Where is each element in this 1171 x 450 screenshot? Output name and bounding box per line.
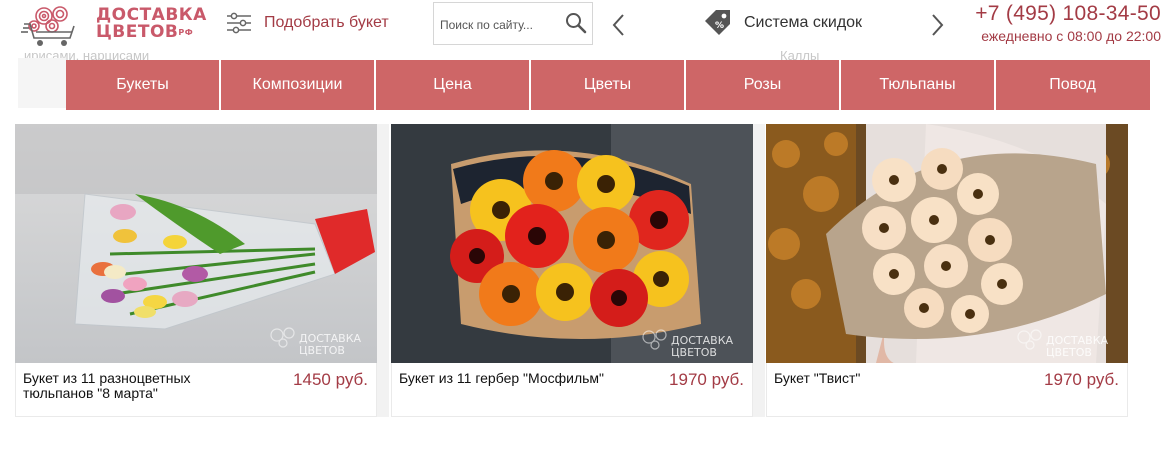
logo-line-2-text: ЦВЕТОВ: [96, 22, 179, 42]
gerbera-bouquet-image: ДОСТАВКА ЦВЕТОВ: [391, 124, 753, 363]
discount-tag-icon: %: [705, 10, 730, 35]
menu-background-strip: [18, 58, 66, 108]
pick-bouquet-label: Подобрать букет: [264, 14, 389, 31]
svg-text:ЦВЕТОВ: ЦВЕТОВ: [1046, 346, 1092, 359]
nav-item-tulips[interactable]: Тюльпаны: [841, 60, 994, 110]
grid-gap: [377, 124, 389, 417]
sliders-icon: [227, 12, 251, 34]
product-card[interactable]: ДОСТАВКА ЦВЕТОВ Букет "Твист" 1970 руб.: [766, 124, 1128, 417]
nav-item-compositions[interactable]: Композиции: [221, 60, 374, 110]
product-price: 1970 руб.: [1044, 370, 1119, 389]
product-info: Букет из 11 гербер "Мосфильм" 1970 руб.: [391, 363, 753, 417]
product-name[interactable]: Букет из 11 гербер "Мосфильм": [399, 371, 629, 386]
site-header: ДОСТАВКА ЦВЕТОВРФ Подобрать букет Поиск …: [0, 0, 1171, 50]
nav-item-roses[interactable]: Розы: [686, 60, 839, 110]
flower-cart-icon: [21, 6, 75, 46]
nav-item-bouquets[interactable]: Букеты: [66, 60, 219, 110]
discount-system-link[interactable]: % Система скидок: [702, 6, 862, 40]
search-icon: [566, 13, 587, 34]
promo-prev-button[interactable]: [608, 12, 630, 38]
product-info: Букет из 11 разноцветных тюльпанов "8 ма…: [15, 363, 377, 417]
product-grid: ДОСТАВКА ЦВЕТОВ Букет из 11 разноцветных…: [0, 124, 1171, 424]
product-name[interactable]: Букет "Твист": [774, 371, 1004, 386]
product-info: Букет "Твист" 1970 руб.: [766, 363, 1128, 417]
tulip-bouquet-image: ДОСТАВКА ЦВЕТОВ: [15, 124, 377, 363]
product-name[interactable]: Букет из 11 разноцветных тюльпанов "8 ма…: [23, 371, 253, 401]
logo-suffix: РФ: [178, 28, 194, 37]
chevron-left-icon: [612, 14, 624, 36]
promo-next-button[interactable]: [926, 12, 948, 38]
logo-text: ДОСТАВКА ЦВЕТОВРФ: [96, 7, 207, 41]
product-photo-gerberas[interactable]: ДОСТАВКА ЦВЕТОВ: [391, 124, 753, 363]
chevron-right-icon: [932, 14, 944, 36]
svg-text:%: %: [715, 21, 724, 31]
nav-item-flowers[interactable]: Цветы: [531, 60, 684, 110]
product-price: 1970 руб.: [669, 370, 744, 389]
product-photo-twist[interactable]: ДОСТАВКА ЦВЕТОВ: [766, 124, 1128, 363]
main-nav: Букеты Композиции Цена Цветы Розы Тюльпа…: [66, 60, 1149, 110]
svg-text:ЦВЕТОВ: ЦВЕТОВ: [671, 346, 717, 359]
product-photo-tulips[interactable]: ДОСТАВКА ЦВЕТОВ: [15, 124, 377, 363]
product-card[interactable]: ДОСТАВКА ЦВЕТОВ Букет из 11 разноцветных…: [15, 124, 377, 417]
search-box: [433, 2, 593, 45]
phone-number[interactable]: +7 (495) 108-34-50: [975, 1, 1161, 27]
nav-item-price[interactable]: Цена: [376, 60, 529, 110]
site-logo[interactable]: ДОСТАВКА ЦВЕТОВРФ: [20, 2, 210, 48]
nav-edge: [1146, 60, 1150, 110]
pick-bouquet-button[interactable]: Подобрать букет: [226, 10, 389, 36]
discount-system-label: Система скидок: [744, 14, 863, 31]
svg-text:ЦВЕТОВ: ЦВЕТОВ: [299, 344, 345, 357]
logo-line-2: ЦВЕТОВРФ: [96, 24, 207, 41]
search-input[interactable]: [440, 15, 562, 35]
grid-gap: [753, 124, 765, 417]
search-button[interactable]: [564, 11, 588, 35]
working-hours: ежедневно с 08:00 до 22:00: [981, 28, 1161, 44]
product-card[interactable]: ДОСТАВКА ЦВЕТОВ Букет из 11 гербер "Мосф…: [391, 124, 753, 417]
contact-phone: +7 (495) 108-34-50 ежедневно с 08:00 до …: [975, 1, 1161, 45]
twist-bouquet-image: ДОСТАВКА ЦВЕТОВ: [766, 124, 1128, 363]
product-price: 1450 руб.: [293, 370, 368, 389]
nav-item-occasion[interactable]: Повод: [996, 60, 1149, 110]
